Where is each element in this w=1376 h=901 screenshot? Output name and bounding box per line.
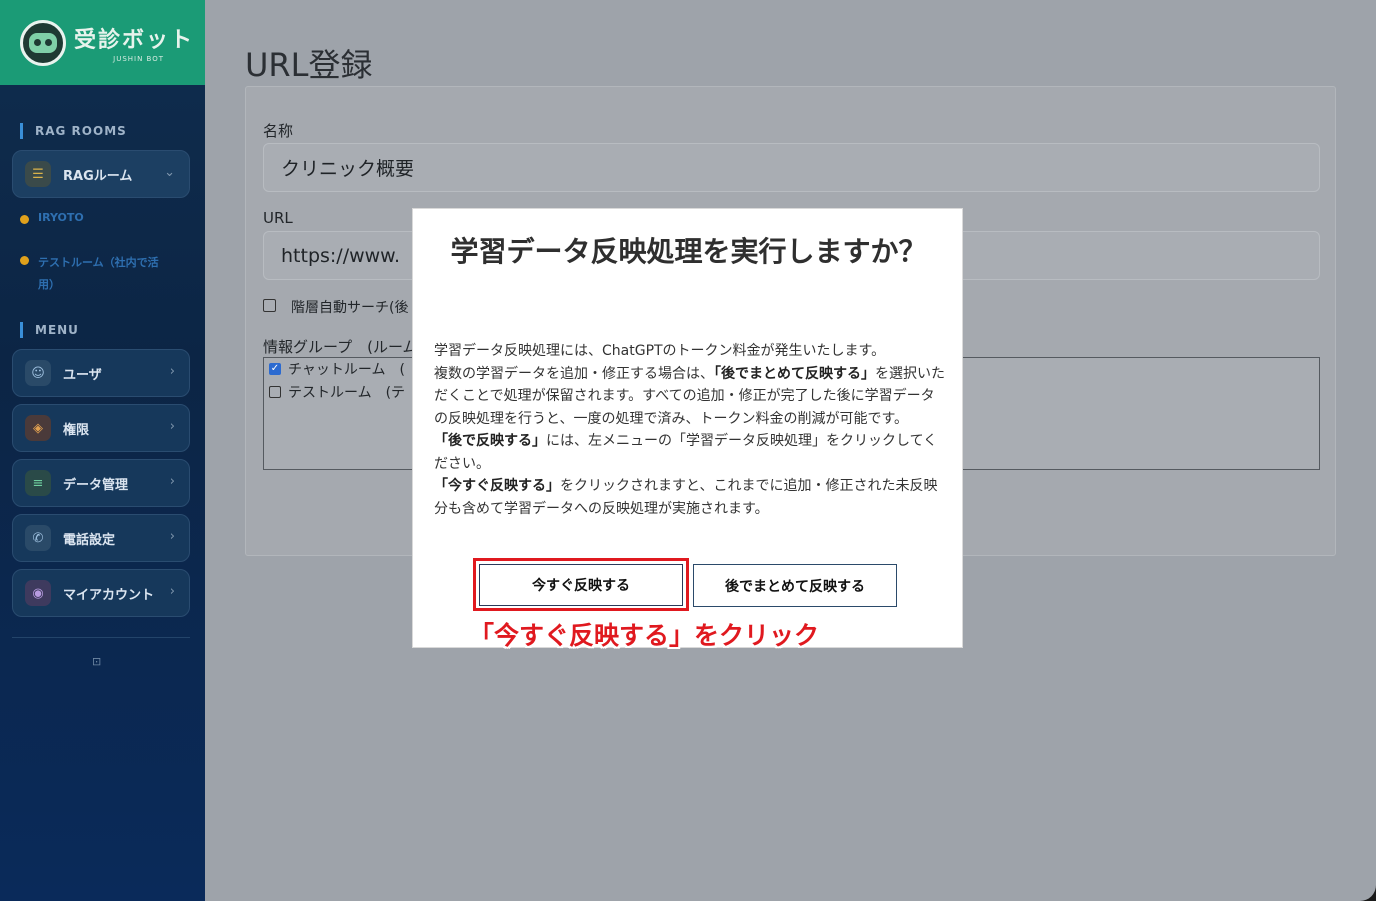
database-icon: ≡ — [25, 470, 51, 496]
sidebar-item-label: ユーザ — [63, 367, 102, 383]
auto-search-label: 階層自動サーチ(後 — [291, 300, 409, 316]
page-title: URL登録 — [245, 46, 373, 84]
name-label: 名称 — [263, 122, 294, 140]
list-item[interactable]: ✓ チャットルーム ( — [269, 359, 405, 379]
checkbox-checked[interactable]: ✓ — [269, 363, 281, 375]
rag-room-label: RAGルーム — [63, 168, 133, 184]
sidebar-item-users[interactable]: ☺ ユーザ › — [12, 349, 190, 397]
sidebar-item-data[interactable]: ≡ データ管理 › — [12, 459, 190, 507]
brand-header[interactable]: 受診ボット JUSHIN BOT — [0, 0, 205, 85]
database-icon: ☰ — [25, 161, 51, 187]
brand-name: 受診ボット — [74, 28, 195, 53]
user-icon: ☺ — [25, 360, 51, 386]
chevron-down-icon: ⌄ — [164, 165, 175, 180]
account-icon: ◉ — [25, 580, 51, 606]
dialog-title: 学習データ反映処理を実行しますか？ — [450, 235, 927, 268]
group-item-label: テストルーム (テ — [288, 385, 406, 401]
body-p3-bold: 「後で反映する」 — [434, 433, 546, 449]
sidebar-item-label: 電話設定 — [63, 532, 116, 548]
rag-room-dropdown[interactable]: ☰ RAGルーム ⌄ — [12, 150, 190, 198]
chevron-right-icon: › — [169, 419, 175, 434]
collapse-icon[interactable]: ⊡ — [92, 655, 101, 668]
chevron-right-icon: › — [169, 584, 175, 599]
body-p2-a: 複数の学習データを追加・修正する場合は、 — [434, 365, 714, 382]
checkbox[interactable] — [269, 386, 281, 398]
confirm-dialog: 学習データ反映処理を実行しますか？ 学習データ反映処理には、ChatGPTのトー… — [412, 208, 963, 650]
body-p4-bold: 「今すぐ反映する」 — [434, 478, 560, 494]
body-p2-bold: 「後でまとめて反映する」 — [714, 365, 875, 382]
dialog-body: 学習データ反映処理には、ChatGPTのトークン料金が発生いたします。 複数の学… — [434, 340, 946, 520]
apply-now-button[interactable]: 今すぐ反映する — [479, 564, 683, 606]
shield-icon: ◈ — [25, 415, 51, 441]
sidebar-divider — [12, 637, 190, 638]
group-item-label: チャットルーム ( — [288, 362, 405, 378]
chevron-right-icon: › — [169, 364, 175, 379]
sidebar-item-label: 権限 — [63, 422, 90, 438]
room-label: テストルーム（社内で活用） — [38, 256, 159, 291]
status-dot — [20, 256, 29, 265]
callout-annotation: 「今すぐ反映する」をクリック — [469, 621, 820, 650]
group-label: 情報グループ (ルーム — [263, 338, 418, 356]
sidebar-item-label: マイアカウント — [63, 587, 155, 603]
room-item-iryoto[interactable]: IRYOTO — [20, 211, 84, 224]
name-input[interactable]: クリニック概要 — [263, 143, 1320, 192]
room-label: IRYOTO — [38, 211, 84, 224]
body-line-1: 学習データ反映処理には、ChatGPTのトークン料金が発生いたします。 — [434, 343, 886, 359]
brand-text: 受診ボット JUSHIN BOT — [74, 22, 194, 63]
room-item-test[interactable]: テストルーム（社内で活用） — [20, 252, 170, 296]
sidebar-item-permissions[interactable]: ◈ 権限 › — [12, 404, 190, 452]
robot-logo-icon — [20, 19, 66, 66]
sidebar-item-label: データ管理 — [63, 477, 129, 493]
brand-sub: JUSHIN BOT — [113, 55, 165, 63]
window-corner — [1358, 883, 1376, 901]
auto-search-checkbox[interactable] — [263, 299, 276, 312]
sidebar-item-phone[interactable]: ✆ 電話設定 › — [12, 514, 190, 562]
rag-rooms-section-title: RAG ROOMS — [20, 123, 127, 139]
apply-later-button[interactable]: 後でまとめて反映する — [693, 564, 897, 607]
sidebar: 受診ボット JUSHIN BOT RAG ROOMS ☰ RAGルーム ⌄ IR… — [0, 0, 205, 901]
list-item[interactable]: テストルーム (テ — [269, 382, 405, 402]
sidebar-item-account[interactable]: ◉ マイアカウント › — [12, 569, 190, 617]
chevron-right-icon: › — [169, 474, 175, 489]
chevron-right-icon: › — [169, 529, 175, 544]
status-dot — [20, 215, 29, 224]
url-label: URL — [263, 209, 293, 227]
menu-section-title: MENU — [20, 322, 79, 338]
phone-icon: ✆ — [25, 525, 51, 551]
